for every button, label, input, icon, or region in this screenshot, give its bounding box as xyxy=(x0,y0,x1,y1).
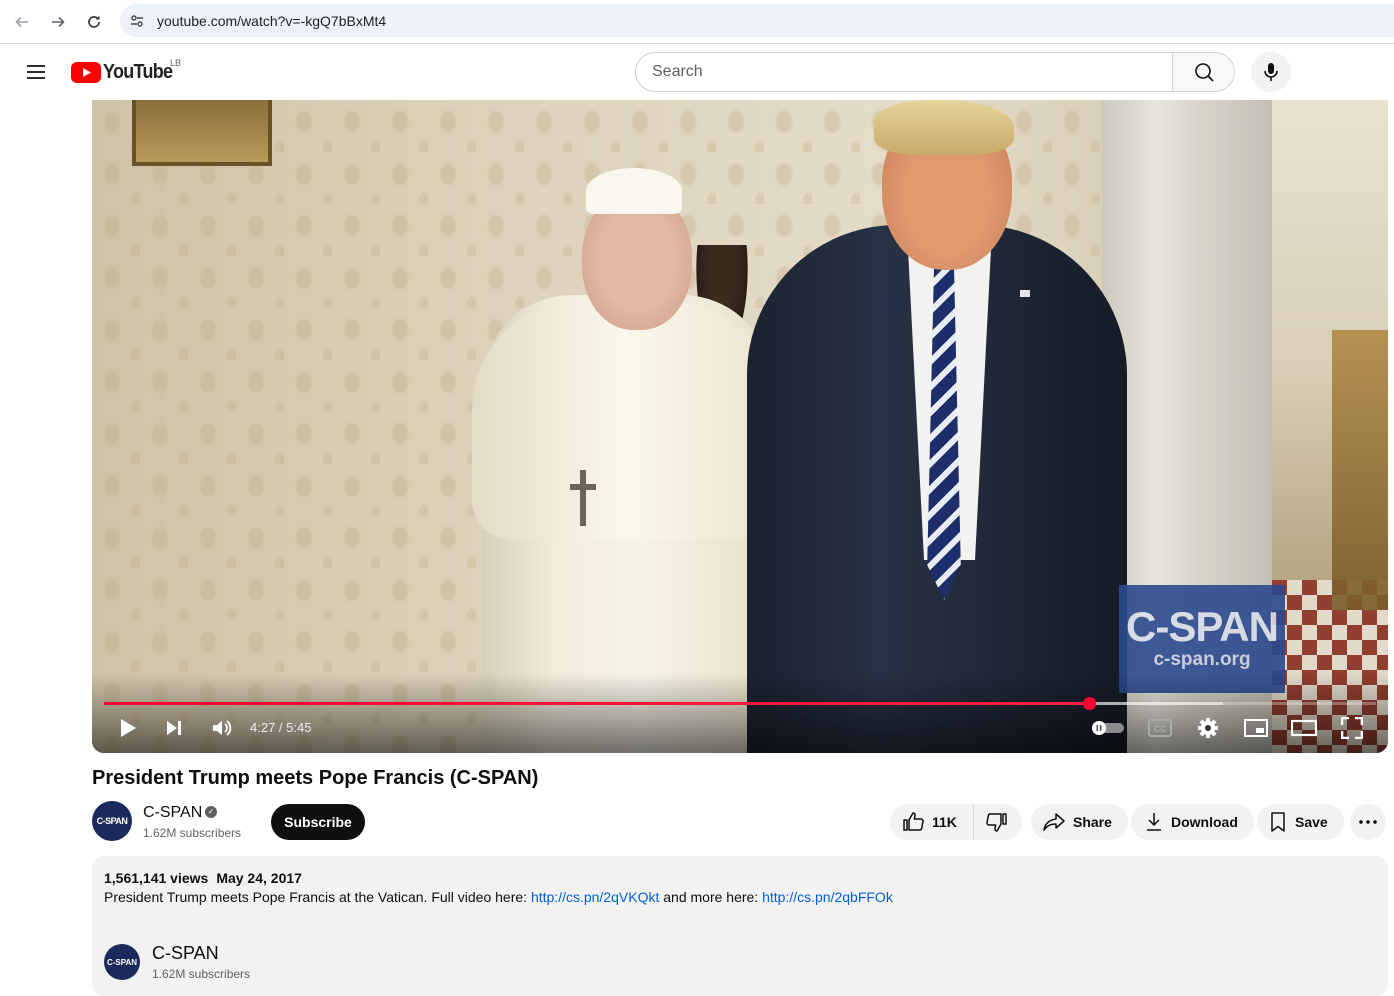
youtube-play-logo-icon xyxy=(71,62,101,83)
watermark-url: c-span.org xyxy=(1153,649,1251,670)
autoplay-toggle[interactable] xyxy=(1090,712,1126,744)
description-channel-avatar[interactable]: C-SPAN xyxy=(104,944,140,980)
gear-icon xyxy=(1198,718,1218,738)
arrow-left-icon xyxy=(15,16,28,27)
country-code: LB xyxy=(170,58,182,68)
download-button[interactable]: Download xyxy=(1131,804,1254,840)
fullscreen-button[interactable] xyxy=(1337,712,1367,744)
more-horizontal-icon xyxy=(1359,820,1377,824)
download-icon xyxy=(1147,813,1161,831)
theater-mode-button[interactable] xyxy=(1289,712,1319,744)
play-icon xyxy=(121,719,136,737)
share-label: Share xyxy=(1073,814,1112,830)
like-dislike-group: 11K xyxy=(890,804,1022,840)
bookmark-icon xyxy=(1271,812,1285,832)
scrubber-handle[interactable] xyxy=(1082,697,1096,710)
save-button[interactable]: Save xyxy=(1257,804,1344,840)
svg-text:CC: CC xyxy=(1154,724,1167,734)
share-arrow-icon xyxy=(1043,813,1065,831)
thumbs-down-icon xyxy=(986,813,1007,832)
search-input[interactable] xyxy=(635,52,1172,92)
search-box xyxy=(635,52,1235,92)
address-bar[interactable]: youtube.com/watch?v=-kgQ7bBxMt4 xyxy=(120,4,1394,37)
video-frame: C-SPAN c-span.org xyxy=(92,100,1388,753)
share-button[interactable]: Share xyxy=(1031,804,1128,840)
voice-search-button[interactable] xyxy=(1251,52,1291,92)
theater-icon xyxy=(1291,719,1317,737)
like-button[interactable]: 11K xyxy=(890,804,974,840)
progress-bar[interactable] xyxy=(104,697,1376,710)
progress-played xyxy=(104,702,1089,705)
arrow-right-icon xyxy=(52,16,65,27)
masthead: YouTube LB xyxy=(0,44,1394,100)
channel-avatar[interactable]: C-SPAN xyxy=(92,801,132,841)
mute-button[interactable] xyxy=(208,712,236,744)
browser-toolbar: youtube.com/watch?v=-kgQ7bBxMt4 xyxy=(0,0,1394,44)
microphone-icon xyxy=(1264,63,1278,81)
hamburger-menu-icon xyxy=(27,65,45,79)
fullscreen-icon xyxy=(1341,717,1363,739)
search-icon xyxy=(1194,63,1214,82)
like-count: 11K xyxy=(932,814,957,830)
description-box[interactable]: 1,561,141 views May 24, 2017 President Tr… xyxy=(92,856,1388,996)
next-button[interactable] xyxy=(160,712,188,744)
video-title: President Trump meets Pope Francis (C-SP… xyxy=(92,767,539,789)
pectoral-cross xyxy=(570,470,596,526)
subscriber-count: 1.62M subscribers xyxy=(143,826,242,840)
youtube-logo[interactable]: YouTube xyxy=(71,61,180,84)
play-button[interactable] xyxy=(114,712,142,744)
painting-frame xyxy=(132,100,272,166)
logo-wordmark: YouTube xyxy=(103,61,173,83)
description-link-more[interactable]: http://cs.pn/2qbFFOk xyxy=(762,889,893,905)
thumbs-up-icon xyxy=(903,812,924,831)
captions-button[interactable]: CC xyxy=(1145,712,1175,744)
time-display: 4:27 / 5:45 xyxy=(250,720,312,735)
search-button[interactable] xyxy=(1172,52,1235,92)
forward-button[interactable] xyxy=(40,4,76,40)
url-text[interactable]: youtube.com/watch?v=-kgQ7bBxMt4 xyxy=(157,13,386,29)
miniplayer-button[interactable] xyxy=(1241,712,1271,744)
watermark-title: C-SPAN xyxy=(1126,603,1279,650)
download-label: Download xyxy=(1171,814,1238,830)
guide-button[interactable] xyxy=(16,52,56,92)
video-player[interactable]: C-SPAN c-span.org 4:27 / 5:45 CC xyxy=(92,100,1388,753)
site-settings-icon[interactable] xyxy=(120,4,154,37)
miniplayer-icon xyxy=(1244,719,1268,737)
more-actions-button[interactable] xyxy=(1350,804,1386,840)
description-text: President Trump meets Pope Francis at th… xyxy=(104,889,893,905)
dislike-button[interactable] xyxy=(974,804,1022,840)
reload-button[interactable] xyxy=(76,4,112,40)
save-label: Save xyxy=(1295,814,1328,830)
description-meta: 1,561,141 views May 24, 2017 xyxy=(104,870,302,886)
next-icon xyxy=(167,721,181,735)
verified-badge-icon: ✓ xyxy=(205,806,217,818)
cc-icon: CC xyxy=(1148,719,1172,737)
description-channel-subscribers: 1.62M subscribers xyxy=(152,967,251,981)
reload-icon xyxy=(88,15,100,28)
volume-icon xyxy=(213,720,232,736)
autoplay-toggle-icon xyxy=(1092,721,1124,735)
description-channel-name[interactable]: C-SPAN xyxy=(152,943,219,964)
upload-date: May 24, 2017 xyxy=(216,870,302,886)
settings-button[interactable] xyxy=(1193,712,1223,744)
back-button[interactable] xyxy=(4,4,40,40)
subscribe-button[interactable]: Subscribe xyxy=(271,804,365,840)
channel-name[interactable]: C-SPAN xyxy=(143,804,202,822)
description-link-full-video[interactable]: http://cs.pn/2qVKQkt xyxy=(531,889,659,905)
view-count: 1,561,141 views xyxy=(104,870,209,886)
